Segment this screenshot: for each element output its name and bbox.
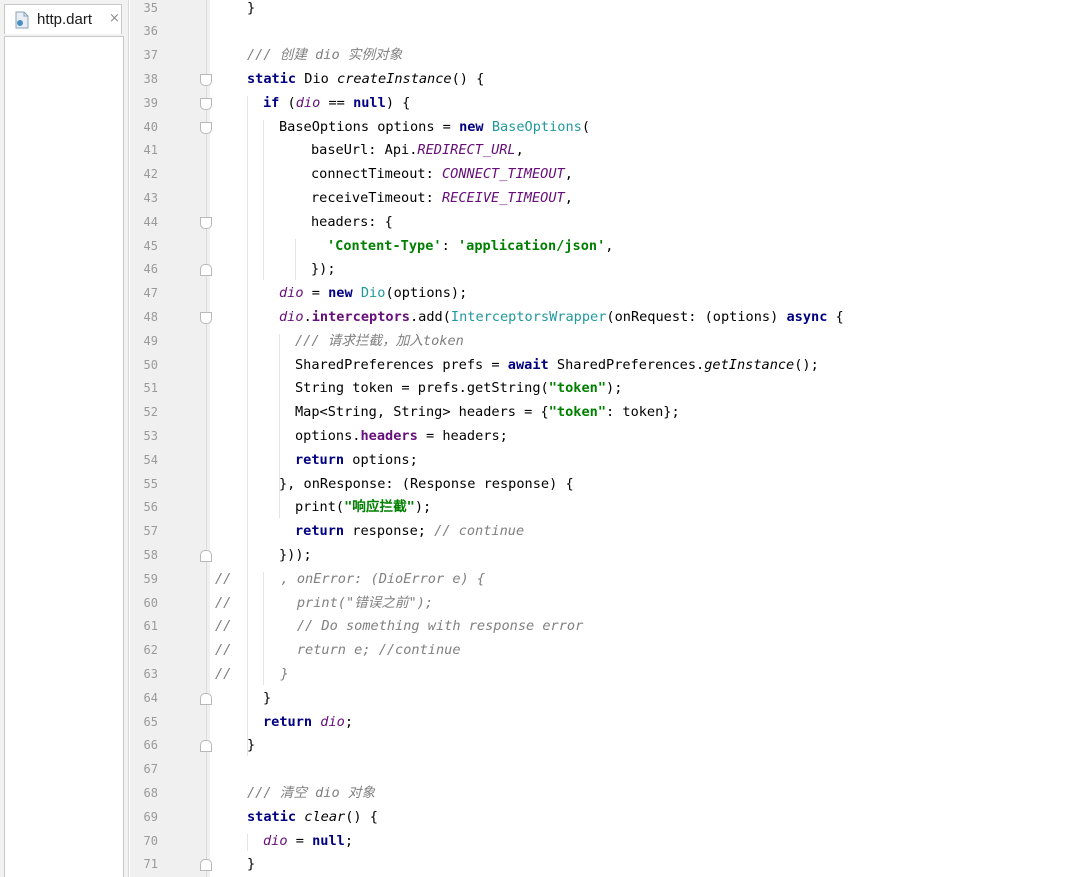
line-number: 61 bbox=[143, 619, 158, 634]
line-number: 51 bbox=[143, 381, 158, 396]
line-number: 36 bbox=[143, 24, 158, 39]
code-line: 'Content-Type': 'application/json', bbox=[327, 237, 614, 254]
code-line: // // Do something with response error bbox=[215, 618, 584, 635]
line-number: 41 bbox=[143, 143, 158, 158]
fold-collapse-icon[interactable] bbox=[200, 97, 212, 110]
fold-collapse-icon[interactable] bbox=[200, 216, 212, 229]
line-number: 49 bbox=[143, 333, 158, 348]
close-icon[interactable]: × bbox=[109, 11, 120, 26]
line-number: 48 bbox=[143, 310, 158, 324]
fold-end-icon[interactable] bbox=[200, 550, 212, 562]
indent-guide bbox=[247, 833, 248, 852]
fold-end-icon[interactable] bbox=[200, 859, 212, 872]
code-line: headers: { bbox=[311, 213, 393, 230]
project-panel: http.dart × bbox=[0, 0, 129, 877]
code-line: static Dio createInstance() { bbox=[247, 71, 485, 87]
line-number: 44 bbox=[143, 214, 158, 229]
code-line: options.headers = headers; bbox=[295, 428, 508, 444]
line-number: 59 bbox=[143, 571, 158, 586]
code-line: return dio; bbox=[263, 713, 354, 730]
line-number: 69 bbox=[143, 809, 158, 824]
fold-collapse-icon[interactable] bbox=[200, 312, 212, 324]
code-line: dio.interceptors.add(InterceptorsWrapper… bbox=[279, 309, 844, 325]
code-line: return response; // continue bbox=[295, 523, 525, 540]
code-line: if (dio == null) { bbox=[263, 94, 411, 111]
line-number: 52 bbox=[143, 405, 158, 420]
line-number: 66 bbox=[143, 738, 158, 753]
line-number: 40 bbox=[143, 119, 158, 134]
code-line: /// 创建 dio 实例对象 bbox=[247, 47, 403, 64]
indent-guide bbox=[263, 119, 264, 281]
line-number: 63 bbox=[143, 667, 158, 681]
line-number: 58 bbox=[143, 548, 158, 562]
code-line: // print("错误之前"); bbox=[215, 594, 434, 611]
line-number: 54 bbox=[143, 452, 158, 467]
fold-end-icon[interactable] bbox=[200, 264, 212, 277]
line-number: 53 bbox=[143, 429, 158, 443]
code-line: print("响应拦截"); bbox=[295, 499, 432, 516]
code-line: /// 请求拦截，加入token bbox=[295, 332, 464, 349]
fold-collapse-icon[interactable] bbox=[200, 121, 212, 134]
code-line: receiveTimeout: RECEIVE_TIMEOUT, bbox=[311, 190, 573, 206]
line-number: 67 bbox=[143, 762, 158, 777]
code-line: } bbox=[247, 737, 256, 754]
code-line: // } bbox=[215, 666, 289, 682]
code-line: dio = null; bbox=[263, 832, 354, 849]
fold-collapse-icon[interactable] bbox=[200, 74, 212, 86]
line-number: 56 bbox=[143, 500, 158, 515]
code-line: String token = prefs.getString("token"); bbox=[295, 380, 623, 397]
code-line: // return e; //continue bbox=[215, 642, 461, 659]
line-number: 43 bbox=[143, 191, 158, 205]
code-line: BaseOptions options = new BaseOptions( bbox=[279, 118, 591, 135]
code-line: } bbox=[263, 689, 272, 706]
line-number: 45 bbox=[143, 238, 158, 253]
line-number: 65 bbox=[143, 714, 158, 729]
code-line: // , onError: (DioError e) { bbox=[215, 570, 486, 587]
indent-guide bbox=[295, 238, 296, 281]
line-number: 62 bbox=[143, 643, 158, 658]
code-line: SharedPreferences prefs = await SharedPr… bbox=[295, 356, 819, 373]
code-line: baseUrl: Api.REDIRECT_URL, bbox=[311, 142, 524, 159]
code-line: dio = new Dio(options); bbox=[279, 285, 468, 302]
line-number: 68 bbox=[143, 786, 158, 800]
code-line: })); bbox=[279, 547, 312, 563]
tab-label: http.dart bbox=[37, 11, 93, 28]
line-number: 50 bbox=[143, 357, 158, 372]
line-number: 42 bbox=[143, 167, 158, 182]
line-number: 38 bbox=[143, 72, 158, 86]
tab-http-dart[interactable]: http.dart × bbox=[4, 4, 122, 34]
code-line: } bbox=[247, 856, 256, 873]
line-number: 60 bbox=[143, 595, 158, 610]
code-line: connectTimeout: CONNECT_TIMEOUT, bbox=[311, 166, 573, 183]
code-line: static clear() { bbox=[247, 808, 378, 825]
code-line: /// 清空 dio 对象 bbox=[247, 785, 376, 801]
line-number: 37 bbox=[143, 48, 158, 63]
dart-file-icon bbox=[14, 11, 30, 29]
line-number: 47 bbox=[143, 286, 158, 301]
line-number: 46 bbox=[143, 262, 158, 277]
line-number: 64 bbox=[143, 690, 158, 705]
tab-content-area bbox=[4, 36, 124, 877]
code-line: }, onResponse: (Response response) { bbox=[279, 475, 574, 492]
code-line: } bbox=[247, 0, 256, 16]
code-line: }); bbox=[311, 261, 336, 278]
line-number: 70 bbox=[143, 833, 158, 848]
code-line: return options; bbox=[295, 451, 418, 468]
line-number: 71 bbox=[143, 857, 158, 872]
fold-end-icon[interactable] bbox=[200, 740, 212, 753]
line-number: 39 bbox=[143, 95, 158, 110]
line-number: 55 bbox=[143, 476, 158, 491]
line-number: 35 bbox=[143, 0, 158, 15]
line-number: 57 bbox=[143, 524, 158, 539]
fold-end-icon[interactable] bbox=[200, 692, 212, 705]
code-line: Map<String, String> headers = {"token": … bbox=[295, 404, 680, 421]
